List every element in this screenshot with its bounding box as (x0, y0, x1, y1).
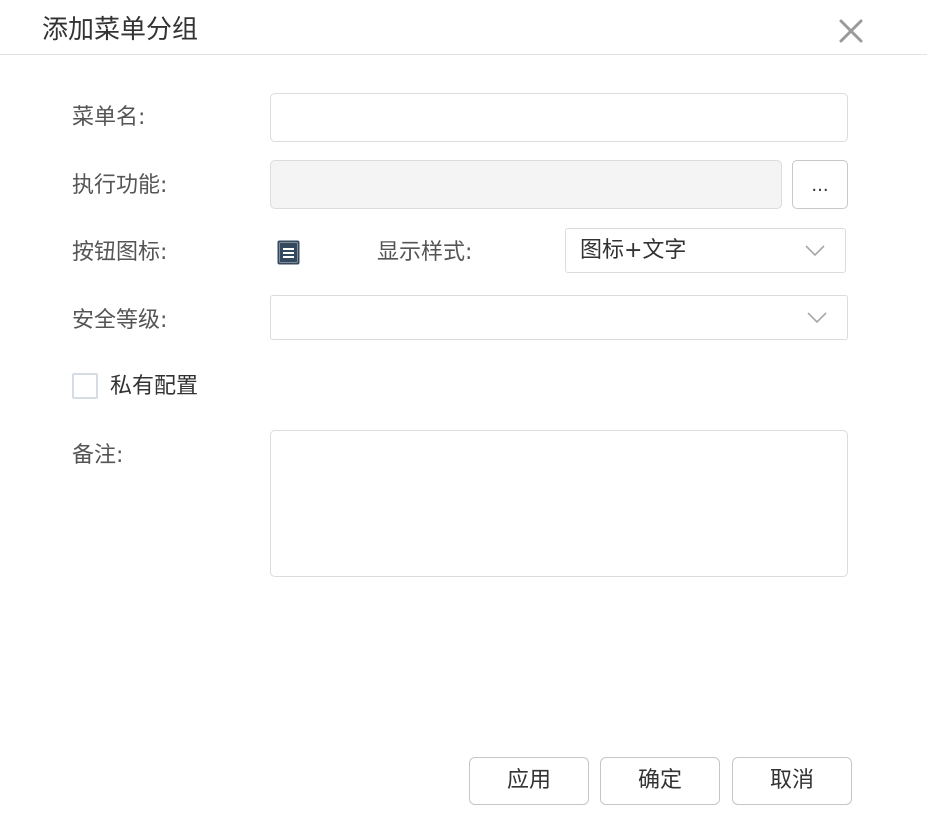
function-label: 执行功能: (72, 173, 168, 198)
chevron-down-icon (805, 245, 825, 257)
private-config-label: 私有配置 (110, 374, 199, 399)
add-menu-group-dialog: 添加菜单分组 菜单名: 执行功能: ... 按钮图标: 显示样式: 图标+文字 … (0, 0, 927, 831)
remark-textarea[interactable] (270, 430, 848, 577)
close-icon[interactable] (836, 16, 866, 46)
security-level-select[interactable] (270, 295, 848, 340)
dialog-title: 添加菜单分组 (42, 15, 199, 45)
security-level-label: 安全等级: (72, 308, 168, 333)
apply-button[interactable]: 应用 (469, 757, 589, 805)
menu-name-input[interactable] (270, 93, 848, 142)
display-style-select[interactable]: 图标+文字 (565, 228, 846, 273)
ok-button[interactable]: 确定 (600, 757, 720, 805)
button-icon-label: 按钮图标: (72, 240, 168, 265)
dialog-header: 添加菜单分组 (0, 0, 927, 55)
document-list-icon[interactable] (277, 240, 300, 265)
private-config-checkbox[interactable] (72, 373, 98, 399)
function-input (270, 160, 782, 209)
menu-name-label: 菜单名: (72, 105, 146, 130)
display-style-value: 图标+文字 (580, 238, 687, 263)
chevron-down-icon (807, 312, 827, 324)
cancel-button[interactable]: 取消 (732, 757, 852, 805)
display-style-label: 显示样式: (377, 240, 473, 265)
browse-function-button[interactable]: ... (792, 160, 848, 209)
remark-label: 备注: (72, 443, 124, 468)
